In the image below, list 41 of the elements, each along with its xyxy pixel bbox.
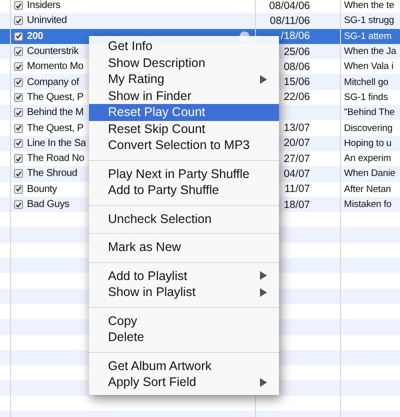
date-text: 08/11/06 xyxy=(270,14,310,27)
track-name: The Road No xyxy=(27,153,84,164)
description-text: An experim xyxy=(344,153,392,164)
description-text: When the te xyxy=(344,0,394,12)
track-name: Bad Guys xyxy=(27,199,70,210)
description-text: After Netan xyxy=(344,184,391,195)
description-text: Mistaken fo xyxy=(344,199,392,210)
date-text: 13/07 xyxy=(284,122,310,134)
date-text: /18/06 xyxy=(280,30,310,42)
date-text: 27/07 xyxy=(284,152,310,165)
description-text: Hoping to u xyxy=(344,138,392,149)
track-name: Insiders xyxy=(27,0,60,12)
date-text: 15/06 xyxy=(284,76,310,88)
description-text: When Vala i xyxy=(344,61,394,72)
track-name: 200 xyxy=(27,30,44,42)
track-name: Line In the Sa xyxy=(27,138,86,149)
date-text: 04/07 xyxy=(284,168,310,180)
description-text: "Behind The xyxy=(344,107,395,118)
description-text: When the Ja xyxy=(344,46,396,58)
date-text: 22/06 xyxy=(284,91,310,104)
date-text: 25/06 xyxy=(284,46,310,58)
track-name: Company of xyxy=(27,76,79,88)
track-name: Behind the M xyxy=(27,107,84,118)
description-text: SG-1 attem xyxy=(344,30,392,42)
date-text: 11/07 xyxy=(284,183,310,196)
description-text: Discovering xyxy=(344,122,393,134)
track-name: Uninvited xyxy=(27,15,67,26)
date-text: 20/07 xyxy=(284,137,310,150)
date-text: 08/06 xyxy=(284,60,310,73)
track-name: The Quest, P xyxy=(27,92,84,103)
track-name: Counterstrik xyxy=(27,46,79,58)
date-text: 18/07 xyxy=(284,198,310,210)
description-text: When Danie xyxy=(344,168,396,180)
description-text: Mitchell go xyxy=(344,76,388,88)
description-text: SG-1 finds xyxy=(344,92,388,103)
track-name: Momento Mo xyxy=(27,61,84,72)
description-text: SG-1 strugg xyxy=(344,15,394,26)
track-name: The Quest, P xyxy=(27,122,84,134)
track-name: Bounty xyxy=(27,184,57,195)
track-name: The Shroud xyxy=(27,168,78,180)
date-text: 08/04/06 xyxy=(269,0,310,12)
